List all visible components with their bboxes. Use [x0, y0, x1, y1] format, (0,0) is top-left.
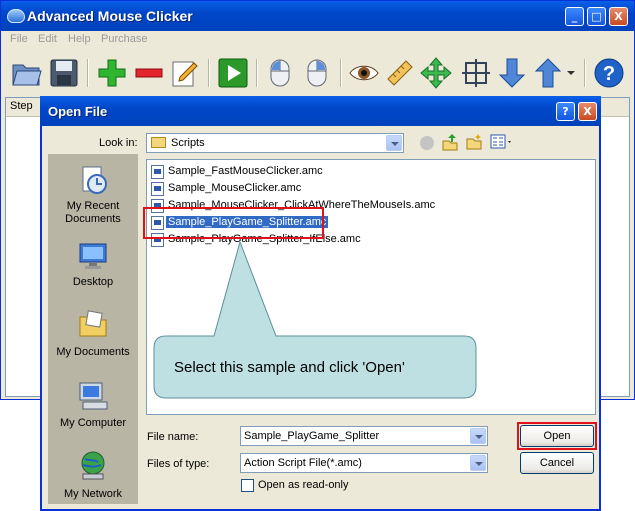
new-folder-icon[interactable]	[465, 133, 483, 151]
back-icon[interactable]	[420, 136, 434, 150]
file-name: Sample_FastMouseClicker.amc	[168, 165, 323, 177]
window-close-button[interactable]: X	[609, 7, 628, 26]
file-name-value: Sample_PlayGame_Splitter	[244, 430, 380, 442]
left-click-icon[interactable]	[264, 57, 296, 89]
desktop-icon	[79, 243, 107, 269]
my-network-icon	[81, 451, 105, 480]
menu-edit[interactable]: Edit	[38, 33, 57, 45]
column-step[interactable]: Step	[10, 100, 33, 112]
views-icon[interactable]	[490, 134, 514, 150]
menu-help[interactable]: Help	[68, 33, 91, 45]
chevron-down-icon[interactable]	[470, 455, 486, 471]
place-label: My Recent Documents	[65, 200, 121, 225]
chevron-down-icon[interactable]	[567, 71, 575, 75]
place-label: My Documents	[56, 346, 130, 358]
mouse-icon	[7, 9, 25, 23]
places-bar: My Recent Documents Desktop My Documents …	[48, 154, 138, 504]
move-down-icon[interactable]	[496, 57, 528, 89]
file-name: Sample_MouseClicker.amc	[168, 182, 302, 194]
app-title: Advanced Mouse Clicker	[27, 8, 193, 24]
toolbar: ?	[1, 49, 634, 97]
open-button-highlight	[517, 422, 597, 450]
my-documents-icon	[79, 310, 107, 337]
readonly-checkbox[interactable]	[241, 479, 254, 492]
play-icon[interactable]	[217, 57, 249, 89]
open-file-dialog: Open File ? X Look in: Scripts My Recent…	[40, 96, 601, 511]
script-file-icon	[151, 165, 164, 179]
remove-icon[interactable]	[133, 57, 165, 89]
menu-purchase[interactable]: Purchase	[101, 33, 147, 45]
look-in-value: Scripts	[171, 137, 205, 149]
minimize-button[interactable]: _	[565, 7, 584, 26]
my-computer-icon	[79, 382, 108, 410]
file-type-label: Files of type:	[147, 458, 210, 470]
crosshair-icon[interactable]	[460, 57, 492, 89]
dialog-titlebar[interactable]: Open File ? X	[40, 96, 601, 126]
edit-icon[interactable]	[169, 57, 201, 89]
place-label: My Computer	[59, 417, 127, 429]
dialog-title: Open File	[48, 104, 108, 119]
svg-text:?: ?	[603, 63, 615, 85]
place-label: My Network	[63, 488, 123, 500]
maximize-button[interactable]: □	[587, 7, 606, 26]
help-icon[interactable]: ?	[593, 57, 625, 89]
move-icon[interactable]	[420, 57, 452, 89]
callout-bubble	[153, 240, 477, 399]
cancel-button[interactable]: Cancel	[520, 452, 594, 474]
readonly-label: Open as read-only	[258, 479, 349, 491]
folder-icon	[151, 137, 166, 148]
save-icon[interactable]	[48, 57, 80, 89]
script-file-icon	[151, 182, 164, 196]
selection-highlight	[143, 207, 324, 239]
file-name-label: File name:	[147, 431, 199, 443]
callout-text: Select this sample and click 'Open'	[174, 359, 405, 376]
open-folder-icon[interactable]	[11, 57, 43, 89]
menu-file[interactable]: File	[10, 33, 28, 45]
move-up-icon[interactable]	[532, 57, 564, 89]
recent-documents-icon	[82, 166, 107, 194]
dialog-help-button[interactable]: ?	[556, 102, 575, 121]
file-type-select[interactable]: Action Script File(*.amc)	[240, 453, 488, 473]
ruler-icon[interactable]	[384, 57, 416, 89]
chevron-down-icon[interactable]	[470, 428, 486, 444]
file-type-value: Action Script File(*.amc)	[244, 457, 362, 469]
chevron-down-icon[interactable]	[386, 135, 402, 151]
up-folder-icon[interactable]	[441, 133, 459, 151]
add-icon[interactable]	[96, 57, 128, 89]
menu-bar: File Edit Help Purchase	[1, 31, 634, 49]
right-click-icon[interactable]	[301, 57, 333, 89]
look-in-combo[interactable]: Scripts	[146, 133, 404, 153]
main-titlebar[interactable]: Advanced Mouse Clicker _ □ X	[1, 1, 634, 31]
file-name-input[interactable]: Sample_PlayGame_Splitter	[240, 426, 488, 446]
dialog-close-button[interactable]: X	[578, 102, 597, 121]
watch-icon[interactable]	[348, 57, 380, 89]
place-label: Desktop	[72, 276, 114, 288]
look-in-label: Look in:	[99, 137, 138, 149]
